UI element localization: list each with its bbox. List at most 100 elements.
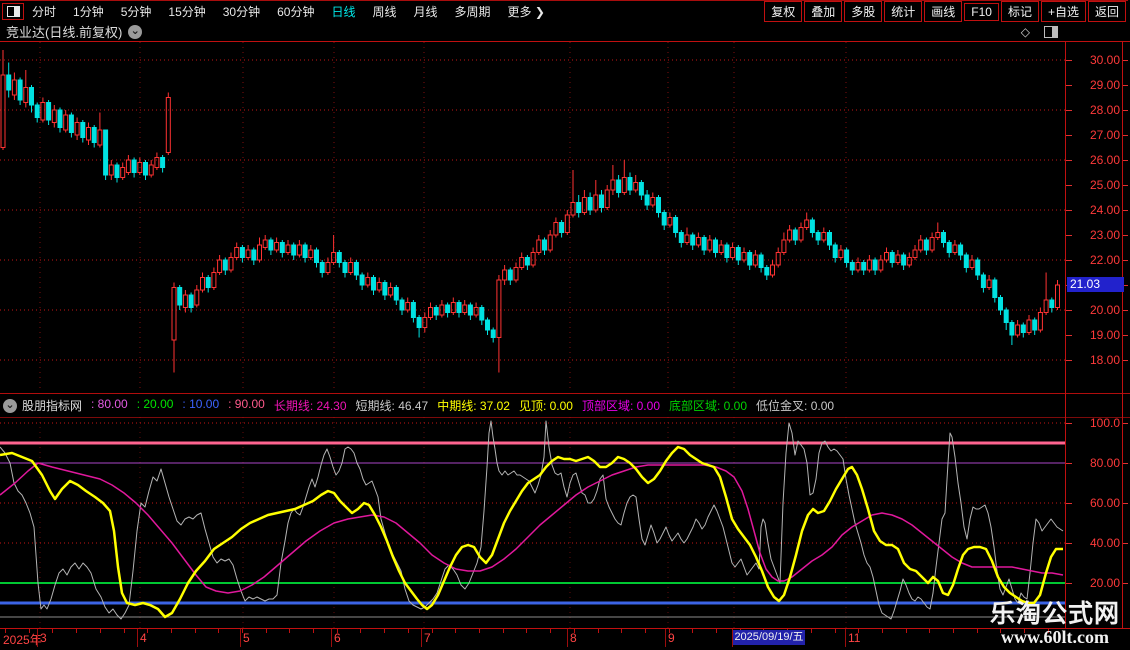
- indicator-label-40.00: 40.00: [1066, 536, 1120, 550]
- axis-tick: [1123, 310, 1128, 311]
- indicator-segment-1: : 80.00: [91, 397, 128, 414]
- last-price-badge: 21.03: [1067, 277, 1124, 292]
- week-tick: [1024, 629, 1025, 633]
- tool-button-7[interactable]: +自选: [1041, 1, 1086, 22]
- week-tick: [692, 629, 693, 633]
- indicator-segment-8: 见顶: 0.00: [519, 397, 573, 414]
- menu-item-9[interactable]: 多周期: [455, 3, 491, 20]
- axis-tick: [1066, 423, 1072, 424]
- menu-item-10[interactable]: 更多 ❯: [508, 3, 545, 20]
- price-label-28.00: 28.00: [1066, 103, 1120, 117]
- menu-item-0[interactable]: 分时: [32, 3, 56, 20]
- axis-tick: [1066, 110, 1072, 111]
- month-separator: [665, 629, 666, 647]
- week-tick: [669, 629, 670, 633]
- week-tick: [906, 629, 907, 633]
- week-tick: [313, 629, 314, 633]
- tool-button-1[interactable]: 叠加: [804, 1, 842, 22]
- main-candlestick-chart[interactable]: [0, 42, 1065, 392]
- week-tick: [574, 629, 575, 633]
- menu-item-7[interactable]: 周线: [372, 3, 396, 20]
- axis-tick: [1066, 543, 1072, 544]
- menu-item-4[interactable]: 30分钟: [223, 3, 260, 20]
- week-tick: [147, 629, 148, 633]
- axis-tick: [1123, 160, 1128, 161]
- tool-button-6[interactable]: 标记: [1001, 1, 1039, 22]
- month-separator: [37, 629, 38, 647]
- week-tick: [503, 629, 504, 633]
- menu-item-2[interactable]: 5分钟: [121, 3, 152, 20]
- tool-button-0[interactable]: 复权: [764, 1, 802, 22]
- stock-title: 竞业达(日线.前复权): [6, 22, 122, 41]
- week-tick: [835, 629, 836, 633]
- tool-button-2[interactable]: 多股: [844, 1, 882, 22]
- menu-item-1[interactable]: 1分钟: [73, 3, 104, 20]
- axis-tick: [1066, 85, 1072, 86]
- axis-tick: [1066, 210, 1072, 211]
- indicator-label-80.00: 80.00: [1066, 456, 1120, 470]
- axis-tick: [1123, 210, 1128, 211]
- week-tick: [52, 629, 53, 633]
- month-separator: [331, 629, 332, 647]
- axis-tick: [1123, 235, 1128, 236]
- axis-tick: [1066, 360, 1072, 361]
- axis-tick: [1066, 583, 1072, 584]
- tool-button-5[interactable]: F10: [964, 3, 999, 21]
- indicator-segment-2: : 20.00: [137, 397, 174, 414]
- week-tick: [432, 629, 433, 633]
- date-axis[interactable]: 2025年 2025/09/19/五 345678911: [0, 628, 1130, 648]
- week-tick: [100, 629, 101, 633]
- axis-tick: [1066, 463, 1072, 464]
- tool-button-4[interactable]: 画线: [924, 1, 962, 22]
- price-label-27.00: 27.00: [1066, 128, 1120, 142]
- price-label-26.00: 26.00: [1066, 153, 1120, 167]
- menu-item-3[interactable]: 15分钟: [168, 3, 205, 20]
- week-tick: [716, 629, 717, 633]
- month-separator: [567, 629, 568, 647]
- week-tick: [289, 629, 290, 633]
- indicator-segment-4: : 90.00: [228, 397, 265, 414]
- month-label-9: 9: [668, 631, 675, 645]
- axis-tick: [1123, 260, 1128, 261]
- week-tick: [621, 629, 622, 633]
- split-window-icon[interactable]: [2, 3, 24, 20]
- axis-tick: [1066, 185, 1072, 186]
- week-tick: [645, 629, 646, 633]
- month-label-6: 6: [334, 631, 341, 645]
- week-tick: [858, 629, 859, 633]
- month-separator: [845, 629, 846, 647]
- menu-item-5[interactable]: 60分钟: [277, 3, 314, 20]
- week-tick: [953, 629, 954, 633]
- week-tick: [479, 629, 480, 633]
- axis-tick: [1123, 463, 1128, 464]
- axis-tick: [1123, 110, 1128, 111]
- axis-tick: [1123, 60, 1128, 61]
- tool-button-8[interactable]: 返回: [1088, 1, 1126, 22]
- menu-item-8[interactable]: 月线: [414, 3, 438, 20]
- axis-tick: [1123, 185, 1128, 186]
- menu-bar: 分时 1分钟 5分钟 15分钟 30分钟 60分钟日线周线 月线多周期更多 ❯ 复权叠加多股…: [0, 0, 1128, 23]
- price-label-18.00: 18.00: [1066, 353, 1120, 367]
- month-separator: [421, 629, 422, 647]
- price-label-20.00: 20.00: [1066, 303, 1120, 317]
- chevron-down-icon[interactable]: ⌄: [3, 399, 17, 413]
- indicator-segment-10: 底部区域: 0.00: [669, 397, 747, 414]
- axis-tick: [1066, 335, 1072, 336]
- split-pane-icon[interactable]: [1044, 26, 1058, 38]
- indicator-label-60.00: 60.00: [1066, 496, 1120, 510]
- week-tick: [1000, 629, 1001, 633]
- chevron-down-icon[interactable]: ⌄: [128, 25, 142, 39]
- menu-item-6[interactable]: 日线: [331, 3, 355, 20]
- indicator-chart[interactable]: [0, 417, 1065, 628]
- axis-tick: [1123, 85, 1128, 86]
- axis-tick: [1066, 235, 1072, 236]
- month-label-3: 3: [40, 631, 47, 645]
- indicator-segment-6: 短期线: 46.47: [356, 397, 429, 414]
- week-tick: [811, 629, 812, 633]
- price-label-24.00: 24.00: [1066, 203, 1120, 217]
- tool-button-3[interactable]: 统计: [884, 1, 922, 22]
- week-tick: [266, 629, 267, 633]
- indicator-label-20.00: 20.00: [1066, 576, 1120, 590]
- diamond-icon[interactable]: ◇: [1021, 25, 1030, 39]
- title-bar: 竞业达(日线.前复权) ⌄ ◇: [0, 22, 1130, 42]
